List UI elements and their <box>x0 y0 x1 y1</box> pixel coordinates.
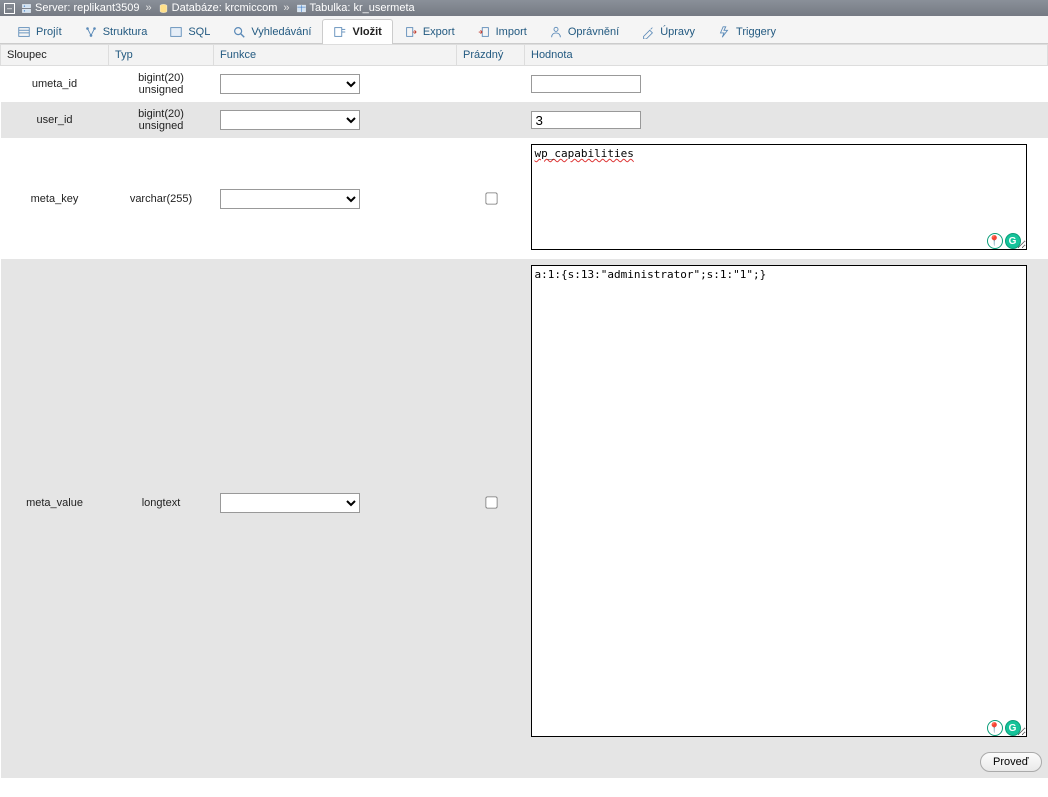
th-hodnota: Hodnota <box>525 45 1048 66</box>
tab-label: Oprávnění <box>568 26 619 38</box>
search-icon <box>232 25 246 39</box>
execute-button[interactable]: Proveď <box>980 752 1042 772</box>
column-name: umeta_id <box>1 66 109 103</box>
tab-export[interactable]: Export <box>393 19 466 44</box>
grammarly-icon[interactable]: G <box>1005 233 1021 249</box>
tab-triggers[interactable]: Triggery <box>706 19 787 44</box>
structure-icon <box>84 25 98 39</box>
value-input[interactable] <box>531 75 641 93</box>
tab-label: Projít <box>36 26 62 38</box>
breadcrumb-server[interactable]: Server: replikant3509 <box>21 2 140 14</box>
breadcrumb-table-name: kr_usermeta <box>353 2 414 14</box>
column-type: bigint(20) unsigned <box>109 66 214 103</box>
value-textarea[interactable] <box>531 265 1027 737</box>
grammarly-widget[interactable]: 📍 G <box>987 720 1021 736</box>
grammarly-pin-icon[interactable]: 📍 <box>987 720 1003 736</box>
tab-label: Export <box>423 26 455 38</box>
tab-label: Vyhledávání <box>251 26 311 38</box>
column-type: bigint(20) unsigned <box>109 102 214 138</box>
server-icon <box>21 3 32 14</box>
breadcrumb-db-name: krcmiccom <box>225 2 278 14</box>
table-row: umeta_id bigint(20) unsigned <box>1 66 1048 103</box>
breadcrumb-separator: » <box>144 2 154 14</box>
function-select[interactable] <box>220 110 360 130</box>
insert-icon <box>333 25 347 39</box>
tab-browse[interactable]: Projít <box>6 19 73 44</box>
tab-label: Import <box>496 26 527 38</box>
browse-icon <box>17 25 31 39</box>
function-select[interactable] <box>220 74 360 94</box>
th-typ[interactable]: Typ <box>109 45 214 66</box>
privileges-icon <box>549 25 563 39</box>
column-name: meta_key <box>1 138 109 259</box>
th-funkce[interactable]: Funkce <box>214 45 457 66</box>
submit-row: Proveď <box>1 746 1048 778</box>
null-checkbox[interactable] <box>485 192 497 204</box>
grammarly-pin-icon[interactable]: 📍 <box>987 233 1003 249</box>
collapse-panel-icon[interactable]: – <box>4 3 15 14</box>
null-checkbox[interactable] <box>485 496 497 508</box>
operations-icon <box>641 25 655 39</box>
breadcrumb-separator: » <box>281 2 291 14</box>
grammarly-icon[interactable]: G <box>1005 720 1021 736</box>
value-input[interactable] <box>531 111 641 129</box>
tab-label: Struktura <box>103 26 148 38</box>
tab-label: Triggery <box>736 26 776 38</box>
tab-label: SQL <box>188 26 210 38</box>
tab-insert[interactable]: Vložit <box>322 19 392 44</box>
tab-operations[interactable]: Úpravy <box>630 19 706 44</box>
function-select[interactable] <box>220 493 360 513</box>
breadcrumb-database[interactable]: Databáze: krcmiccom <box>158 2 278 14</box>
tab-label: Úpravy <box>660 26 695 38</box>
breadcrumb-server-name: replikant3509 <box>73 2 139 14</box>
column-name: user_id <box>1 102 109 138</box>
tab-privileges[interactable]: Oprávnění <box>538 19 630 44</box>
tab-search[interactable]: Vyhledávání <box>221 19 322 44</box>
breadcrumb-table[interactable]: Tabulka: kr_usermeta <box>296 2 415 14</box>
tab-bar: Projít Struktura SQL Vyhledávání Vložit … <box>0 16 1048 44</box>
column-type: varchar(255) <box>109 138 214 259</box>
th-sloupec: Sloupec <box>1 45 109 66</box>
insert-table: Sloupec Typ Funkce Prázdný Hodnota umeta… <box>0 44 1048 778</box>
function-select[interactable] <box>220 189 360 209</box>
triggers-icon <box>717 25 731 39</box>
breadcrumb: – Server: replikant3509 » Databáze: krcm… <box>0 0 1048 16</box>
breadcrumb-server-prefix: Server: <box>35 2 70 14</box>
column-name: meta_value <box>1 259 109 746</box>
database-icon <box>158 3 169 14</box>
breadcrumb-table-prefix: Tabulka: <box>310 2 351 14</box>
tab-label: Vložit <box>352 26 381 38</box>
sql-icon <box>169 25 183 39</box>
tab-import[interactable]: Import <box>466 19 538 44</box>
table-row: meta_key varchar(255) 📍 G <box>1 138 1048 259</box>
tab-structure[interactable]: Struktura <box>73 19 159 44</box>
column-type: longtext <box>109 259 214 746</box>
value-textarea[interactable] <box>531 144 1027 250</box>
import-icon <box>477 25 491 39</box>
table-icon <box>296 3 307 14</box>
grammarly-widget[interactable]: 📍 G <box>987 233 1021 249</box>
export-icon <box>404 25 418 39</box>
breadcrumb-db-prefix: Databáze: <box>172 2 222 14</box>
table-row: user_id bigint(20) unsigned <box>1 102 1048 138</box>
tab-sql[interactable]: SQL <box>158 19 221 44</box>
th-prazdny: Prázdný <box>457 45 525 66</box>
table-row: meta_value longtext 📍 G <box>1 259 1048 746</box>
